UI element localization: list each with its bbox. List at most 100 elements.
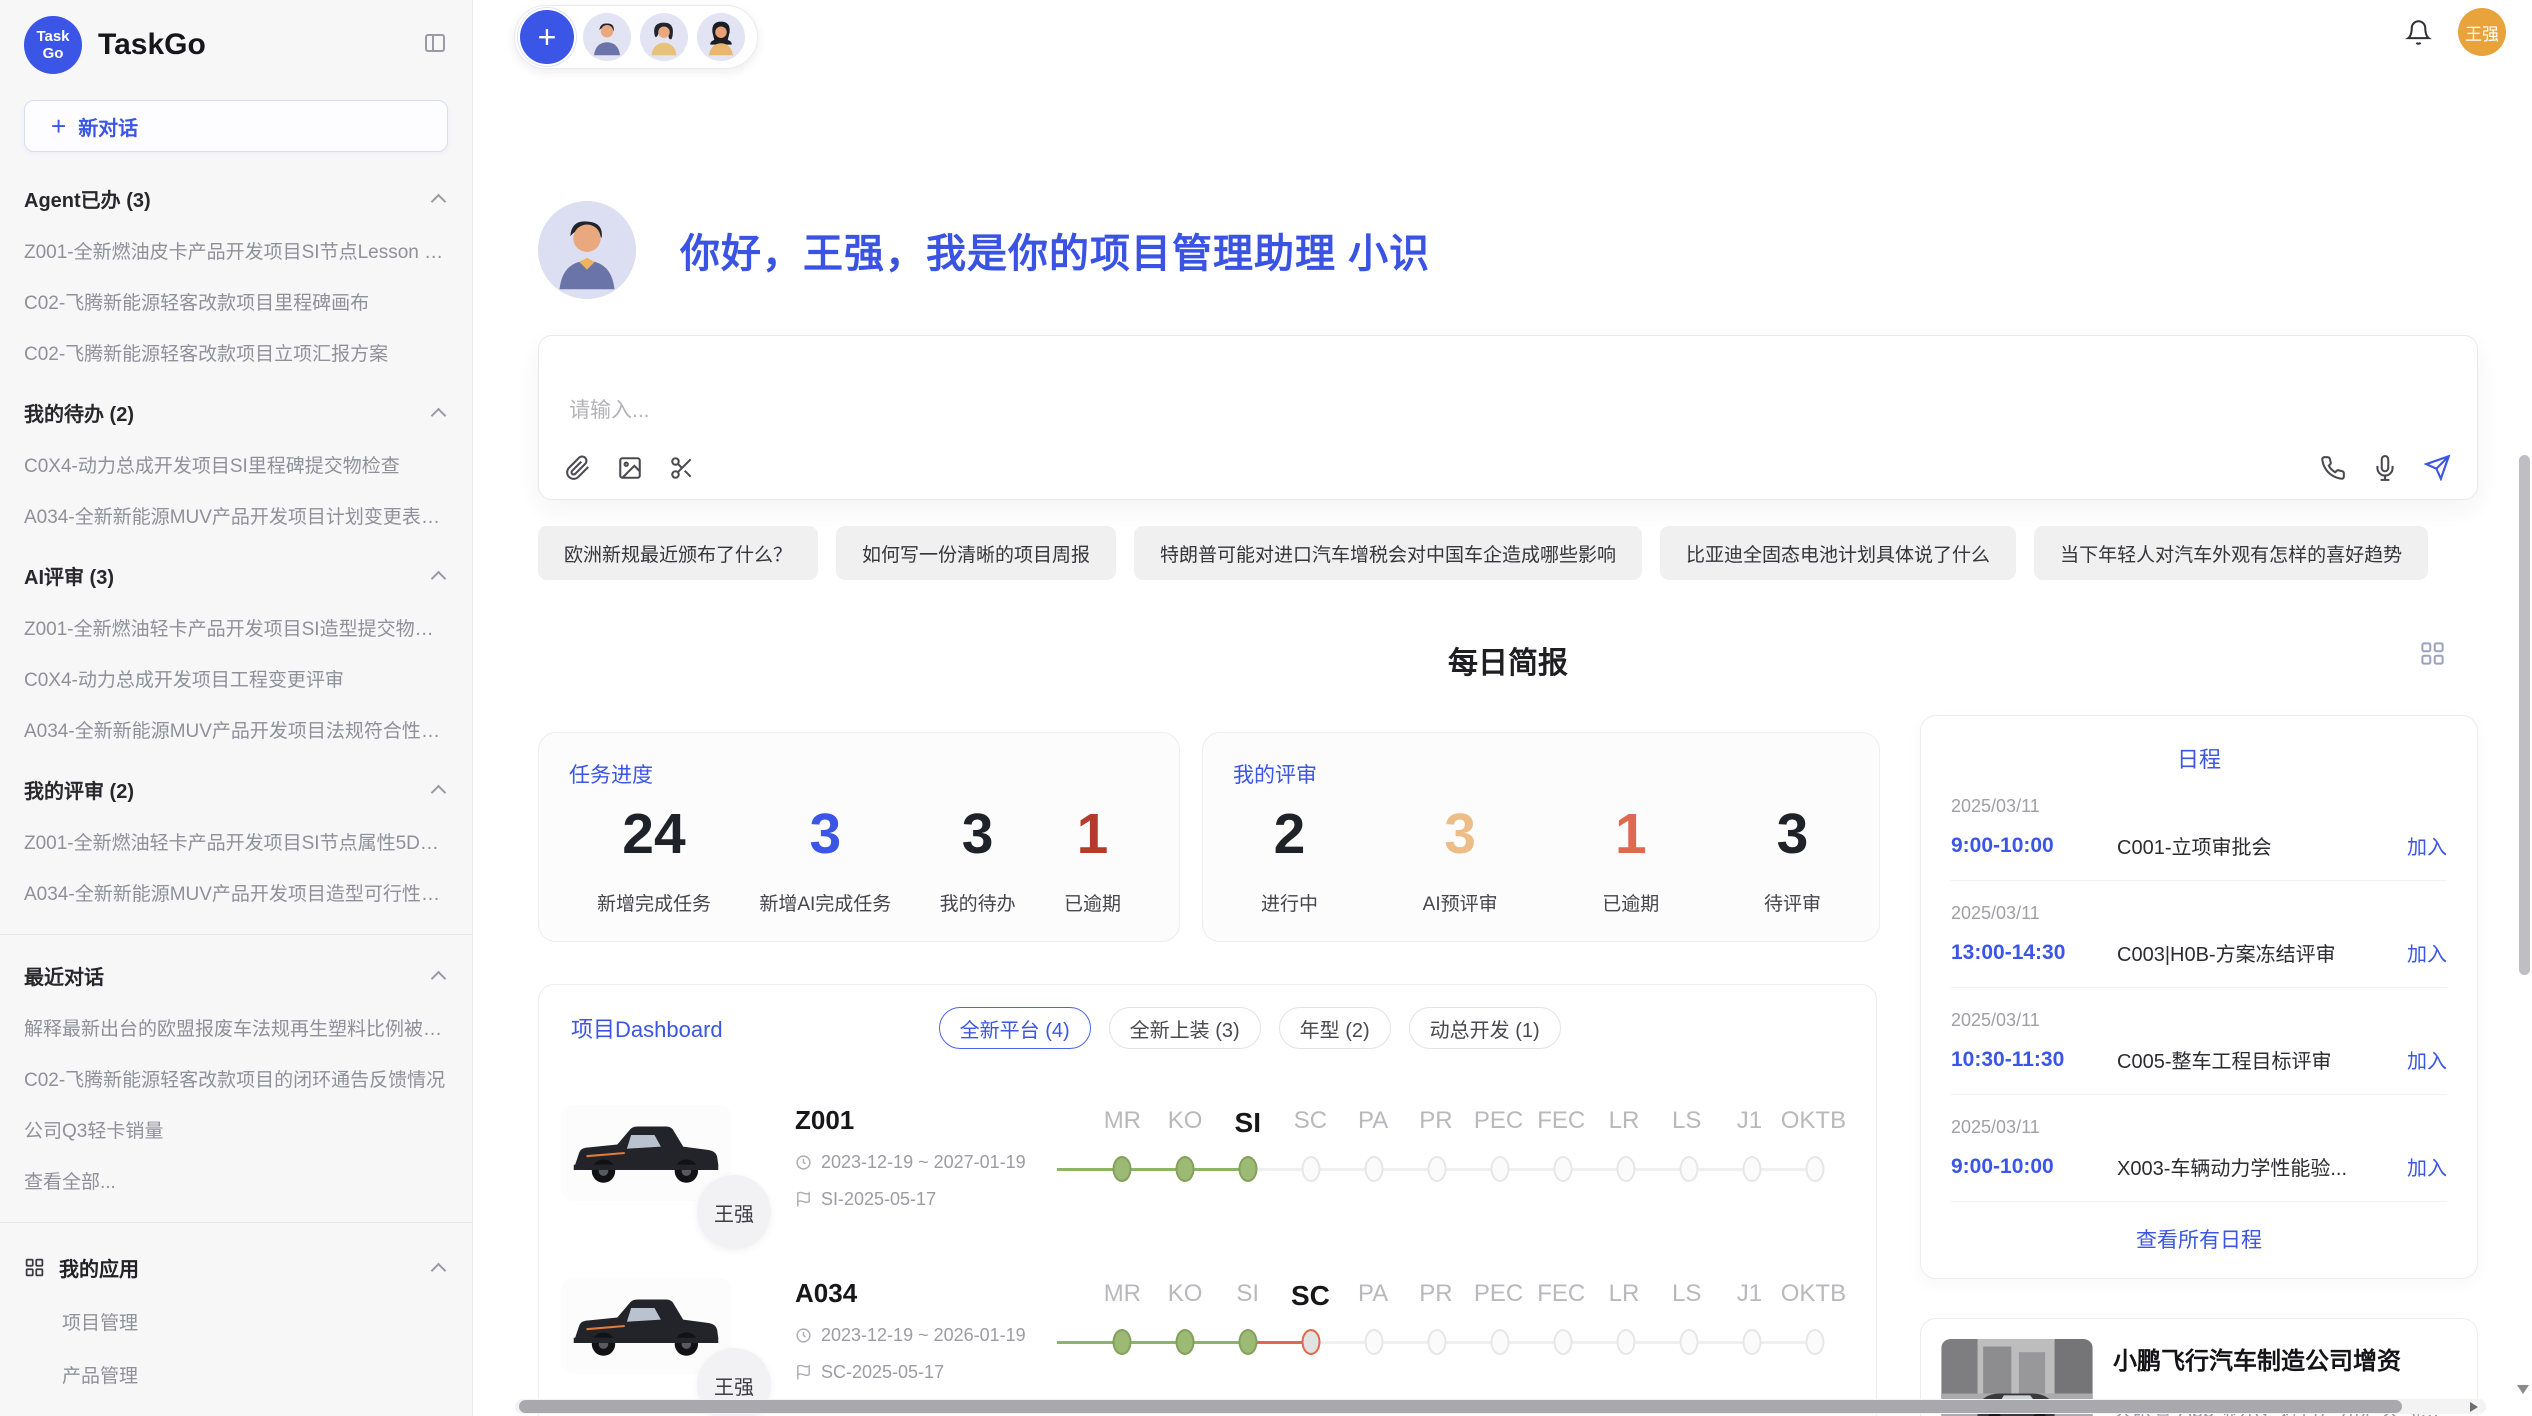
join-button[interactable]: 加入 (2407, 1152, 2447, 1181)
vertical-scrollbar-thumb[interactable] (2519, 455, 2530, 975)
section-title: AI评审 (3) (24, 561, 114, 590)
milestone-label: OKTB (1781, 1107, 1846, 1139)
schedule-name: C003|H0B-方案冻结评审 (2117, 938, 2393, 967)
new-chat-button[interactable]: + 新对话 (24, 100, 448, 152)
agent-avatar[interactable] (583, 13, 631, 61)
filter-year-model[interactable]: 年型 (2) (1279, 1007, 1391, 1049)
schedule-date: 2025/03/11 (1951, 903, 2447, 924)
stat-label: 待评审 (1764, 889, 1821, 916)
photo-icon[interactable] (617, 455, 643, 481)
recent-chat-item[interactable]: 解释最新出台的欧盟报废车法规再生塑料比例被调至15%... (24, 1014, 448, 1041)
milestone-label: SI (1216, 1280, 1279, 1312)
section-recent-chats[interactable]: 最近对话 (24, 961, 448, 990)
sidebar-task-item[interactable]: C02-飞腾新能源轻客改款项目里程碑画布 (24, 288, 448, 315)
agent-avatar[interactable] (697, 13, 745, 61)
dashboard-title: 项目Dashboard (571, 1012, 723, 1044)
suggestion-chip[interactable]: 如何写一份清晰的项目周报 (836, 526, 1116, 580)
stat-value: 3 (759, 801, 891, 867)
section-title: Agent已办 (3) (24, 184, 151, 213)
project-row-a034[interactable]: 王强 A034 2023-12-19 ~ 2026-01-19 (539, 1278, 1876, 1383)
add-agent-button[interactable]: + (520, 10, 574, 64)
filter-powertrain[interactable]: 动总开发 (1) (1409, 1007, 1561, 1049)
phone-icon[interactable] (2320, 455, 2346, 481)
collapse-sidebar-icon[interactable] (422, 31, 448, 60)
view-all-schedule-link[interactable]: 查看所有日程 (1951, 1224, 2447, 1254)
agent-avatar[interactable] (640, 13, 688, 61)
daily-briefing-title: 每日简报 (1448, 647, 1568, 680)
layout-grid-icon[interactable] (2419, 640, 2446, 667)
project-row-z001[interactable]: 王强 Z001 2023-12-19 ~ 2027-01-19 (539, 1105, 1876, 1210)
join-button[interactable]: 加入 (2407, 1045, 2447, 1074)
recent-chat-item[interactable]: C02-飞腾新能源轻客改款项目的闭环通告反馈情况 (24, 1065, 448, 1092)
milestone-label: LS (1655, 1107, 1718, 1139)
milestone-stepper: MR KO SI SC PA PR PEC FEC LR LS J1 OKTB (1057, 1107, 1846, 1185)
stat-value: 3 (940, 801, 1016, 867)
milestone-node (1280, 1155, 1343, 1185)
filter-new-body[interactable]: 全新上装 (3) (1109, 1007, 1261, 1049)
milestone-flag-label: SI-2025-05-17 (821, 1189, 936, 1210)
sidebar-task-item[interactable]: A034-全新新能源MUV产品开发项目造型可行性评审 (24, 879, 448, 906)
scroll-right-arrow[interactable] (2470, 1402, 2478, 1412)
filter-new-platform[interactable]: 全新平台 (4) (939, 1007, 1091, 1049)
milestone-node (1406, 1155, 1469, 1185)
milestone-label: LR (1593, 1280, 1656, 1312)
schedule-item: 2025/03/11 9:00-10:00 C001-立项审批会 加入 (1951, 774, 2447, 881)
paperclip-icon[interactable] (565, 455, 591, 481)
sidebar-task-item[interactable]: Z001-全新燃油轻卡产品开发项目SI造型提交物评审 (24, 614, 448, 641)
sidebar-task-item[interactable]: Z001-全新燃油皮卡产品开发项目SI节点Lesson Learn报告 (24, 237, 448, 264)
section-my-todo[interactable]: 我的待办 (2) (24, 398, 448, 427)
bell-icon[interactable] (2405, 19, 2432, 46)
scroll-down-arrow[interactable] (2517, 1385, 2529, 1394)
recent-chat-item[interactable]: 公司Q3轻卡销量 (24, 1116, 448, 1143)
milestone-label: PR (1405, 1280, 1468, 1312)
sidebar-task-item[interactable]: C0X4-动力总成开发项目工程变更评审 (24, 665, 448, 692)
join-button[interactable]: 加入 (2407, 831, 2447, 860)
project-info: Z001 2023-12-19 ~ 2027-01-19 SI-2025-05 (795, 1105, 1053, 1210)
milestone-node (1469, 1328, 1532, 1358)
app-item-product[interactable]: 产品管理 (24, 1361, 448, 1388)
stat-label: 新增完成任务 (597, 889, 711, 916)
stat-label: 新增AI完成任务 (759, 889, 891, 916)
milestone-node (1531, 1328, 1594, 1358)
microphone-icon[interactable] (2372, 455, 2398, 481)
divider (0, 934, 472, 935)
suggestion-chip[interactable]: 欧洲新规最近颁布了什么？ (538, 526, 818, 580)
dashboard-filters: 全新平台 (4) 全新上装 (3) 年型 (2) 动总开发 (1) (939, 1007, 1561, 1049)
join-button[interactable]: 加入 (2407, 938, 2447, 967)
milestone-label: J1 (1718, 1280, 1781, 1312)
chat-input[interactable] (569, 394, 2169, 454)
sidebar-task-item[interactable]: Z001-全新燃油轻卡产品开发项目SI节点属性5D文件评审 (24, 828, 448, 855)
milestone-label: LR (1593, 1107, 1656, 1139)
sidebar-task-item[interactable]: C02-飞腾新能源轻客改款项目立项汇报方案 (24, 339, 448, 366)
schedule-time: 9:00-10:00 (1951, 1155, 2101, 1179)
sidebar-task-item[interactable]: C0X4-动力总成开发项目SI里程碑提交物检查 (24, 451, 448, 478)
horizontal-scrollbar-thumb[interactable] (519, 1400, 2402, 1413)
recent-view-all[interactable]: 查看全部... (24, 1167, 448, 1194)
milestone-node (1469, 1155, 1532, 1185)
sidebar-task-item[interactable]: A034-全新新能源MUV产品开发项目法规符合性评审 (24, 716, 448, 743)
send-icon[interactable] (2424, 454, 2451, 481)
milestone-flag-label: SC-2025-05-17 (821, 1362, 944, 1383)
user-avatar[interactable]: 王强 (2458, 8, 2506, 56)
news-title: 小鹏飞行汽车制造公司增资 (2113, 1341, 2453, 1376)
milestone-node-done (1091, 1328, 1154, 1358)
section-title: 最近对话 (24, 961, 104, 990)
milestone-node (1406, 1328, 1469, 1358)
app-item-project[interactable]: 项目管理 (24, 1308, 448, 1335)
section-agent-done[interactable]: Agent已办 (3) (24, 184, 448, 213)
schedule-item: 2025/03/11 13:00-14:30 C003|H0B-方案冻结评审 加… (1951, 881, 2447, 988)
suggestion-chip[interactable]: 当下年轻人对汽车外观有怎样的喜好趋势 (2034, 526, 2428, 580)
milestone-label: J1 (1718, 1107, 1781, 1139)
sidebar-task-item[interactable]: A034-全新新能源MUV产品开发项目计划变更表编写 (24, 502, 448, 529)
horizontal-scrollbar[interactable] (515, 1399, 2486, 1414)
suggestion-chip[interactable]: 比亚迪全固态电池计划具体说了什么 (1660, 526, 2016, 580)
new-chat-label: 新对话 (78, 112, 138, 141)
suggestion-chip[interactable]: 特朗普可能对进口汽车增税会对中国车企造成哪些影响 (1134, 526, 1642, 580)
my-apps-header[interactable]: 我的应用 (24, 1253, 448, 1282)
section-ai-review[interactable]: AI评审 (3) (24, 561, 448, 590)
suggestion-chips: 欧洲新规最近颁布了什么？ 如何写一份清晰的项目周报 特朗普可能对进口汽车增税会对… (538, 526, 2478, 580)
project-flag: SI-2025-05-17 (795, 1189, 1053, 1210)
scissors-icon[interactable] (669, 455, 695, 481)
section-my-review[interactable]: 我的评审 (2) (24, 775, 448, 804)
milestone-label: PEC (1467, 1107, 1530, 1139)
